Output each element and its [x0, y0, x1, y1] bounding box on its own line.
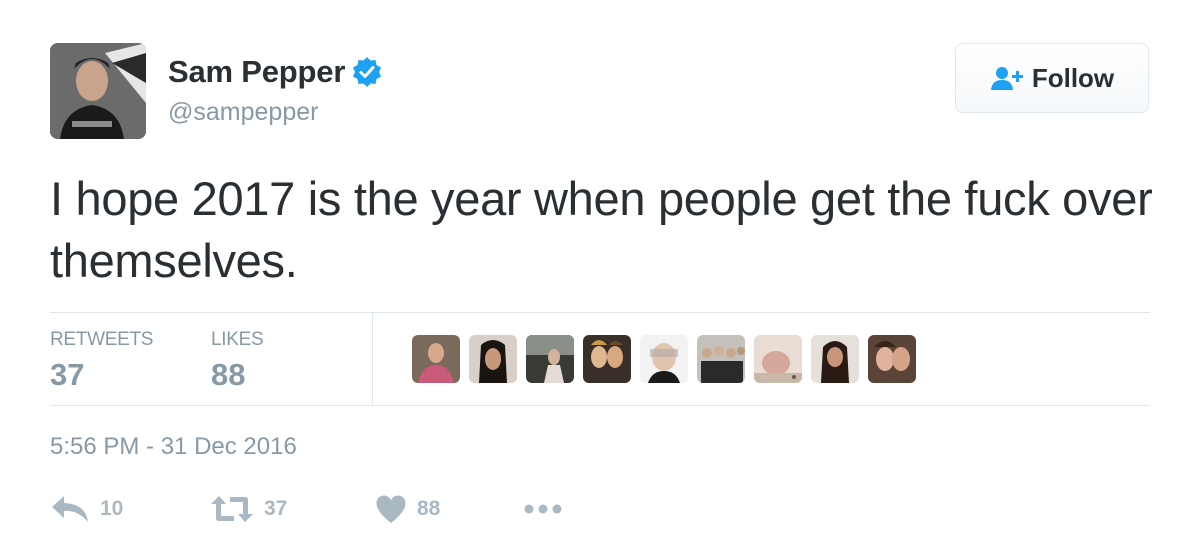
retweet-count: 37: [264, 497, 288, 520]
tweet-actions: 10 37 88: [50, 494, 563, 524]
likes-label: LIKES: [211, 329, 264, 350]
follow-button-label: Follow: [1031, 62, 1115, 93]
retweets-stat[interactable]: RETWEETS 37: [50, 329, 153, 393]
retweet-icon: [211, 496, 253, 522]
liker-avatar[interactable]: [469, 335, 517, 383]
liker-avatar[interactable]: [640, 335, 688, 383]
user-name-row: Sam Pepper: [168, 54, 383, 90]
avatar-image: [50, 43, 146, 139]
heart-icon: [376, 495, 406, 523]
liker-avatar[interactable]: [526, 335, 574, 383]
liker-avatar[interactable]: [697, 335, 745, 383]
likes-stat[interactable]: LIKES 88: [211, 329, 264, 393]
more-button[interactable]: [523, 503, 563, 515]
liker-avatar[interactable]: [811, 335, 859, 383]
reply-icon: [52, 496, 88, 522]
retweet-button[interactable]: 37: [210, 494, 375, 524]
follow-user-icon: [990, 65, 1024, 91]
reply-count: 10: [100, 497, 124, 520]
likes-count: 88: [211, 357, 246, 392]
user-handle[interactable]: @sampepper: [168, 98, 318, 127]
user-name[interactable]: Sam Pepper: [168, 54, 345, 90]
tweet-stats: RETWEETS 37 LIKES 88: [50, 312, 1150, 406]
liker-avatar[interactable]: [412, 335, 460, 383]
like-count: 88: [417, 497, 441, 520]
retweets-count: 37: [50, 357, 85, 392]
tweet-timestamp[interactable]: 5:56 PM - 31 Dec 2016: [50, 433, 297, 461]
reply-button[interactable]: 10: [50, 494, 210, 524]
tweet-text: I hope 2017 is the year when people get …: [50, 172, 1153, 287]
retweets-label: RETWEETS: [50, 329, 154, 350]
verified-badge-icon: [351, 56, 383, 88]
likers-avatars: [412, 335, 925, 383]
stats-divider: [372, 313, 373, 405]
more-dots-icon: [524, 504, 562, 514]
like-button[interactable]: 88: [375, 494, 523, 524]
follow-button[interactable]: Follow: [955, 43, 1149, 113]
liker-avatar[interactable]: [583, 335, 631, 383]
user-avatar[interactable]: [50, 43, 146, 139]
liker-avatar[interactable]: [868, 335, 916, 383]
liker-avatar[interactable]: [754, 335, 802, 383]
